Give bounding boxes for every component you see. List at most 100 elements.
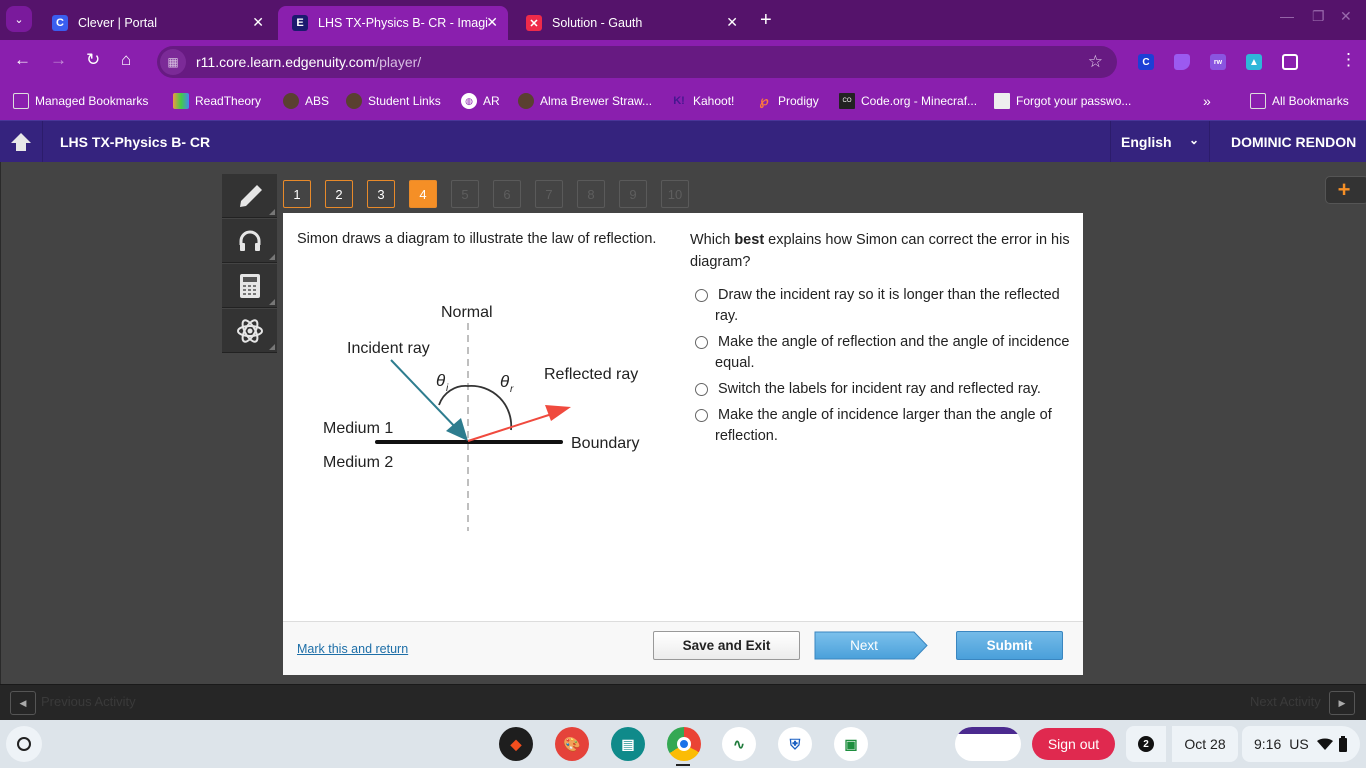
desmos-app-icon[interactable]: ∿ — [722, 727, 756, 761]
folder-managed-icon — [13, 93, 29, 109]
prodigy-icon: ℘ — [759, 93, 769, 108]
bookmark-codeorg[interactable]: CO Code.org - Minecraf... — [839, 93, 977, 109]
news-app-icon[interactable]: ▤ — [611, 727, 645, 761]
question-number-button[interactable]: 1 — [283, 180, 311, 208]
profile-extension-icon[interactable]: ▲ — [1246, 54, 1262, 70]
url-text[interactable]: r11.core.learn.edgenuity.com/player/ — [196, 54, 421, 70]
reflected-ray — [467, 412, 556, 442]
globe-icon: ◍ — [461, 93, 477, 109]
mark-and-return-link[interactable]: Mark this and return — [297, 642, 408, 656]
submit-button[interactable]: Submit — [956, 631, 1063, 660]
radio-button[interactable] — [695, 383, 708, 396]
bookmark-ar[interactable]: ◍ AR — [461, 93, 500, 109]
restore-icon[interactable]: ❐ — [1312, 8, 1325, 25]
headphones-icon — [239, 230, 260, 251]
bookmark-abs[interactable]: ABS — [283, 93, 329, 109]
minimize-icon[interactable]: — — [1280, 8, 1294, 24]
answer-option[interactable]: Draw the incident ray so it is longer th… — [690, 285, 1070, 327]
prompt-emphasis: best — [734, 232, 765, 248]
security-app-icon[interactable]: ⛨ — [778, 727, 812, 761]
chrome-menu-icon[interactable]: ⋮ — [1340, 50, 1357, 70]
status-tray[interactable]: 9:16 US — [1242, 726, 1360, 762]
previous-activity-button[interactable]: ◀ — [10, 691, 36, 715]
bookmark-label: Kahoot! — [693, 94, 735, 108]
forward-button[interactable]: → — [50, 50, 67, 70]
incident-ray-label: Incident ray — [347, 340, 430, 357]
highlighter-tool[interactable] — [222, 174, 277, 218]
home-button[interactable]: ⌂ — [121, 50, 131, 70]
browser-tab-strip: ⌄ C Clever | Portal ✕ E LHS TX-Physics B… — [0, 0, 1366, 40]
back-button[interactable]: ← — [14, 50, 31, 70]
close-tab-icon[interactable]: ✕ — [486, 14, 498, 31]
browser-tab-gauth[interactable]: ✕ Solution - Gauth ✕ — [512, 6, 748, 40]
readtheory-icon — [173, 93, 189, 109]
input-locale: US — [1289, 736, 1309, 752]
bookmark-readtheory[interactable]: ReadTheory — [173, 93, 261, 109]
answer-option[interactable]: Switch the labels for incident ray and r… — [690, 379, 1070, 400]
next-activity-label: Next Activity — [1250, 694, 1321, 709]
language-select[interactable]: English ⌄ — [1110, 121, 1210, 163]
date-display[interactable]: Oct 28 — [1172, 726, 1238, 762]
calculator-tool[interactable] — [222, 264, 277, 308]
bookmark-label: All Bookmarks — [1272, 94, 1349, 108]
close-tab-icon[interactable]: ✕ — [252, 14, 264, 31]
medium-2-label: Medium 2 — [323, 454, 393, 471]
all-bookmarks-folder[interactable]: All Bookmarks — [1250, 93, 1349, 109]
more-bookmarks-button[interactable]: » — [1203, 93, 1211, 109]
answer-option[interactable]: Make the angle of incidence larger than … — [690, 405, 1070, 447]
language-value: English — [1121, 134, 1172, 150]
bookmark-student-links[interactable]: Student Links — [346, 93, 441, 109]
launcher-button[interactable] — [6, 726, 42, 762]
radio-button[interactable] — [695, 289, 708, 302]
browser-toolbar: ← → ↻ ⌂ ▦ r11.core.learn.edgenuity.com/p… — [0, 40, 1366, 82]
question-number-button[interactable]: 4 — [409, 180, 437, 208]
figma-app-icon[interactable]: ◆ — [499, 727, 533, 761]
bookmark-prodigy[interactable]: ℘ Prodigy — [756, 93, 818, 109]
next-button[interactable]: Next — [814, 631, 928, 660]
bookmark-alma-brewer[interactable]: Alma Brewer Straw... — [518, 93, 652, 109]
chrome-app-icon[interactable] — [667, 727, 701, 761]
paint-app-icon[interactable]: 🎨 — [555, 727, 589, 761]
clever-extension-icon[interactable]: C — [1138, 54, 1154, 70]
answer-option[interactable]: Make the angle of reflection and the ang… — [690, 332, 1070, 374]
bookmark-managed[interactable]: Managed Bookmarks — [13, 93, 148, 109]
tab-search-button[interactable]: ⌄ — [6, 6, 32, 32]
science-reference-tool[interactable] — [222, 309, 277, 353]
radio-button[interactable] — [695, 336, 708, 349]
new-tab-button[interactable]: + — [760, 9, 772, 32]
close-tab-icon[interactable]: ✕ — [726, 14, 738, 31]
extension-icon[interactable] — [1174, 54, 1190, 70]
radio-button[interactable] — [695, 409, 708, 422]
bookmark-star-icon[interactable]: ☆ — [1088, 52, 1103, 72]
bookmark-forgot-password[interactable]: Forgot your passwo... — [994, 93, 1131, 109]
tab-title: LHS TX-Physics B- CR - Imagine — [318, 16, 488, 30]
sign-out-button[interactable]: Sign out — [1032, 728, 1115, 760]
site-info-icon[interactable]: ▦ — [160, 49, 186, 75]
close-window-icon[interactable]: ✕ — [1340, 8, 1352, 25]
app-header: LHS TX-Physics B- CR English ⌄ DOMINIC RE… — [0, 120, 1366, 163]
activity-nav-bar: ◀ Previous Activity Next Activity ▶ — [0, 684, 1366, 720]
notification-button[interactable]: 2 — [1126, 726, 1166, 762]
extensions-puzzle-icon[interactable] — [1282, 54, 1298, 70]
classroom-app-icon[interactable]: ▣ — [834, 727, 868, 761]
question-number-button[interactable]: 3 — [367, 180, 395, 208]
option-text: Make the angle of incidence larger than … — [715, 407, 1052, 444]
bookmark-kahoot[interactable]: K! Kahoot! — [671, 93, 734, 109]
question-navigator: 1 2 3 4 5 6 7 8 9 10 — [283, 180, 703, 208]
readwrite-extension-icon[interactable]: rw — [1210, 54, 1226, 70]
expand-plus-button[interactable]: + — [1325, 176, 1366, 204]
window-thumbnail[interactable] — [955, 727, 1021, 761]
next-activity-button[interactable]: ▶ — [1329, 691, 1355, 715]
user-name[interactable]: DOMINIC RENDON — [1231, 134, 1356, 150]
save-and-exit-button[interactable]: Save and Exit — [653, 631, 800, 660]
home-button[interactable] — [0, 121, 43, 163]
address-bar[interactable]: ▦ r11.core.learn.edgenuity.com/player/ ☆ — [157, 46, 1117, 78]
text-to-speech-tool[interactable] — [222, 219, 277, 263]
reflection-diagram: Normal Incident ray Reflected ray Medium… — [323, 304, 640, 531]
answer-options: Draw the incident ray so it is longer th… — [690, 285, 1070, 452]
browser-tab-clever[interactable]: C Clever | Portal ✕ — [38, 6, 274, 40]
browser-tab-edgenuity[interactable]: E LHS TX-Physics B- CR - Imagine ✕ — [278, 6, 508, 40]
question-number-button[interactable]: 2 — [325, 180, 353, 208]
prompt-text: Which — [690, 232, 735, 248]
reload-button[interactable]: ↻ — [86, 50, 100, 70]
